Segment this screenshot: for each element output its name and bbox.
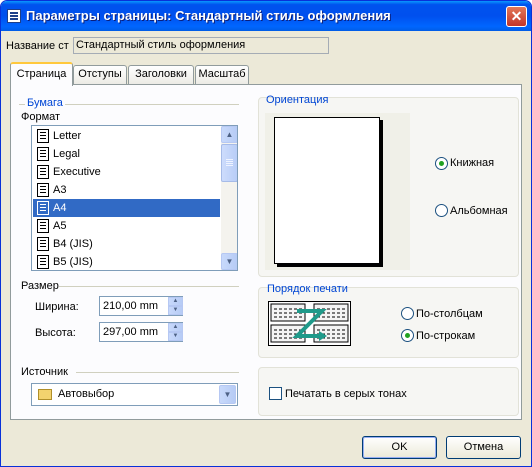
paper-group-label: Бумага bbox=[25, 97, 65, 109]
ok-button[interactable]: OK bbox=[362, 436, 437, 459]
source-group-label: Источник bbox=[21, 366, 68, 378]
width-stepper[interactable]: 210,00 mm ▲ ▼ bbox=[99, 296, 183, 316]
list-item[interactable]: Legal bbox=[33, 145, 220, 163]
landscape-label[interactable]: Альбомная bbox=[450, 205, 508, 217]
page-icon bbox=[37, 237, 49, 251]
tab-page[interactable]: Страница bbox=[10, 62, 73, 86]
height-up-button[interactable]: ▲ bbox=[168, 323, 183, 332]
tab-margins[interactable]: Отступы bbox=[73, 65, 127, 84]
portrait-radio[interactable] bbox=[435, 157, 448, 170]
scroll-thumb[interactable] bbox=[221, 144, 237, 182]
title-bar[interactable]: Параметры страницы: Стандартный стиль оф… bbox=[1, 1, 531, 31]
portrait-label[interactable]: Книжная bbox=[450, 157, 494, 169]
page-icon bbox=[37, 129, 49, 143]
grayscale-label[interactable]: Печатать в серых тонах bbox=[285, 388, 407, 400]
chevron-up-icon: ▲ bbox=[172, 324, 179, 330]
width-label: Ширина: bbox=[35, 301, 79, 313]
scroll-up-button[interactable]: ▲ bbox=[221, 126, 237, 143]
tab-headers[interactable]: Заголовки bbox=[128, 65, 194, 84]
paper-format-list[interactable]: Letter Legal Executive A3 A4 A5 B4 (JIS)… bbox=[31, 125, 238, 271]
width-down-button[interactable]: ▼ bbox=[168, 306, 183, 315]
chevron-down-icon: ▼ bbox=[225, 257, 234, 266]
print-order-group-label: Порядок печати bbox=[267, 283, 348, 295]
height-label: Высота: bbox=[35, 327, 76, 339]
size-group-label: Размер bbox=[21, 280, 59, 292]
format-label: Формат bbox=[21, 111, 61, 123]
page-icon bbox=[37, 147, 49, 161]
page-icon bbox=[37, 255, 49, 269]
z-order-icon bbox=[270, 303, 349, 343]
list-item-selected[interactable]: A4 bbox=[33, 199, 220, 217]
list-item[interactable]: A3 bbox=[33, 181, 220, 199]
format-list-scrollbar[interactable]: ▲ ▼ bbox=[221, 126, 237, 270]
page-preview bbox=[274, 117, 380, 264]
size-group-line bbox=[59, 286, 239, 287]
landscape-radio[interactable] bbox=[435, 204, 448, 217]
close-icon: ✕ bbox=[510, 8, 523, 24]
orientation-group-label: Ориентация bbox=[266, 94, 329, 106]
style-name-field[interactable]: Стандартный стиль оформления bbox=[73, 37, 329, 54]
chevron-up-icon: ▲ bbox=[172, 298, 179, 304]
grayscale-checkbox[interactable] bbox=[269, 387, 282, 400]
by-rows-radio[interactable] bbox=[401, 329, 414, 342]
print-order-preview bbox=[268, 301, 351, 346]
chevron-down-icon: ▼ bbox=[223, 390, 232, 399]
list-item[interactable]: A5 bbox=[33, 217, 220, 235]
paper-source-value: Автовыбор bbox=[58, 388, 115, 400]
page-icon bbox=[37, 165, 49, 179]
source-group-line bbox=[76, 372, 239, 373]
cancel-button[interactable]: Отмена bbox=[446, 436, 521, 459]
source-dropdown-button[interactable]: ▼ bbox=[219, 385, 236, 404]
list-item[interactable]: B4 (JIS) bbox=[33, 235, 220, 253]
folder-icon bbox=[38, 389, 52, 400]
by-columns-radio[interactable] bbox=[401, 307, 414, 320]
by-rows-label[interactable]: По-строкам bbox=[416, 330, 475, 342]
scroll-down-button[interactable]: ▼ bbox=[221, 253, 237, 270]
close-button[interactable]: ✕ bbox=[506, 6, 527, 27]
tab-scale[interactable]: Масштаб bbox=[195, 65, 249, 84]
chevron-down-icon: ▼ bbox=[172, 307, 179, 313]
height-value: 297,00 mm bbox=[103, 326, 159, 338]
page-icon bbox=[37, 219, 49, 233]
paper-source-select[interactable]: Автовыбор ▼ bbox=[31, 383, 238, 406]
name-label: Название ст bbox=[6, 40, 69, 52]
width-value: 210,00 mm bbox=[103, 300, 159, 312]
chevron-down-icon: ▼ bbox=[172, 333, 179, 339]
page-icon bbox=[37, 183, 49, 197]
list-item[interactable]: Executive bbox=[33, 163, 220, 181]
document-icon bbox=[7, 9, 21, 23]
by-columns-label[interactable]: По-столбцам bbox=[416, 308, 483, 320]
page-setup-dialog: Параметры страницы: Стандартный стиль оф… bbox=[0, 0, 532, 467]
height-down-button[interactable]: ▼ bbox=[168, 332, 183, 341]
list-item[interactable]: Letter bbox=[33, 127, 220, 145]
list-item[interactable]: B5 (JIS) bbox=[33, 253, 220, 270]
height-stepper[interactable]: 297,00 mm ▲ ▼ bbox=[99, 322, 183, 342]
dialog-title: Параметры страницы: Стандартный стиль оф… bbox=[26, 8, 391, 23]
chevron-up-icon: ▲ bbox=[225, 130, 234, 139]
width-up-button[interactable]: ▲ bbox=[168, 297, 183, 306]
page-icon bbox=[37, 201, 49, 215]
